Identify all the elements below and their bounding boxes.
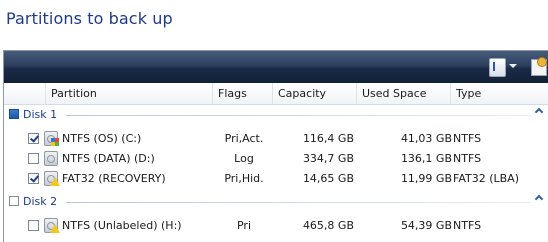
settings-icon <box>531 57 547 76</box>
group-label: Disk 1 <box>23 108 58 121</box>
partition-flags: Pri <box>236 219 252 232</box>
group-checkbox[interactable] <box>9 109 19 119</box>
partition-capacity: 116,4 GB <box>302 132 354 145</box>
disk-group[interactable]: Disk 2 <box>4 192 548 212</box>
group-divider <box>66 202 531 203</box>
partition-capacity: 14,65 GB <box>302 172 354 185</box>
sort-icon <box>489 58 506 77</box>
page-title: Partitions to back up <box>6 9 173 28</box>
column-partition[interactable]: Partition <box>46 83 213 104</box>
partition-name: NTFS (OS) (C:) <box>62 132 142 145</box>
table-row[interactable]: FAT32 (RECOVERY) Pri,Hid. 14,65 GB 11,99… <box>4 169 548 189</box>
list-toolbar <box>4 51 548 83</box>
collapse-icon[interactable] <box>534 107 544 117</box>
partition-capacity: 465,8 GB <box>302 219 354 232</box>
warning-drive-icon <box>44 171 60 186</box>
row-checkbox[interactable] <box>28 173 39 184</box>
column-used-space[interactable]: Used Space <box>357 83 451 104</box>
table-row[interactable]: NTFS (DATA) (D:) Log 334,7 GB 136,1 GB N… <box>4 149 548 169</box>
row-checkbox[interactable] <box>28 153 39 164</box>
partition-name: NTFS (DATA) (D:) <box>62 152 155 165</box>
partition-type: NTFS <box>453 219 482 232</box>
partition-used-space: 41,03 GB <box>400 132 452 145</box>
partition-flags: Pri,Act. <box>224 132 264 145</box>
column-type[interactable]: Type <box>451 83 548 104</box>
row-checkbox[interactable] <box>28 133 39 144</box>
partitions-list: Partition Flags Capacity Used Space Type… <box>3 50 548 242</box>
partition-capacity: 334,7 GB <box>302 152 354 165</box>
settings-button[interactable] <box>530 57 548 76</box>
partition-type: NTFS <box>453 152 482 165</box>
partition-flags: Pri,Hid. <box>224 172 264 185</box>
os-drive-icon <box>44 131 59 146</box>
partition-used-space: 136,1 GB <box>400 152 452 165</box>
warning-drive-icon <box>44 218 60 233</box>
partition-name: FAT32 (RECOVERY) <box>62 172 166 185</box>
table-row[interactable]: NTFS (OS) (C:) Pri,Act. 116,4 GB 41,03 G… <box>4 129 548 149</box>
row-checkbox[interactable] <box>28 220 39 231</box>
group-label: Disk 2 <box>23 195 58 208</box>
group-checkbox[interactable] <box>9 196 19 206</box>
partition-name: NTFS (Unlabeled) (H:) <box>62 219 182 232</box>
partition-used-space: 11,99 GB <box>400 172 452 185</box>
column-flags[interactable]: Flags <box>213 83 273 104</box>
sort-button[interactable] <box>489 58 519 77</box>
column-capacity[interactable]: Capacity <box>273 83 357 104</box>
group-divider <box>66 115 531 116</box>
drive-icon <box>44 151 58 166</box>
partition-type: FAT32 (LBA) <box>453 172 519 185</box>
partition-type: NTFS <box>453 132 482 145</box>
disk-group[interactable]: Disk 1 <box>4 105 548 125</box>
column-header: Partition Flags Capacity Used Space Type <box>4 83 548 105</box>
collapse-icon[interactable] <box>534 194 544 204</box>
header-spacer <box>4 83 46 104</box>
partition-used-space: 54,39 GB <box>400 219 452 232</box>
chevron-down-icon <box>509 64 517 68</box>
table-row[interactable]: NTFS (Unlabeled) (H:) Pri 465,8 GB 54,39… <box>4 216 548 236</box>
partition-flags: Log <box>234 152 254 165</box>
